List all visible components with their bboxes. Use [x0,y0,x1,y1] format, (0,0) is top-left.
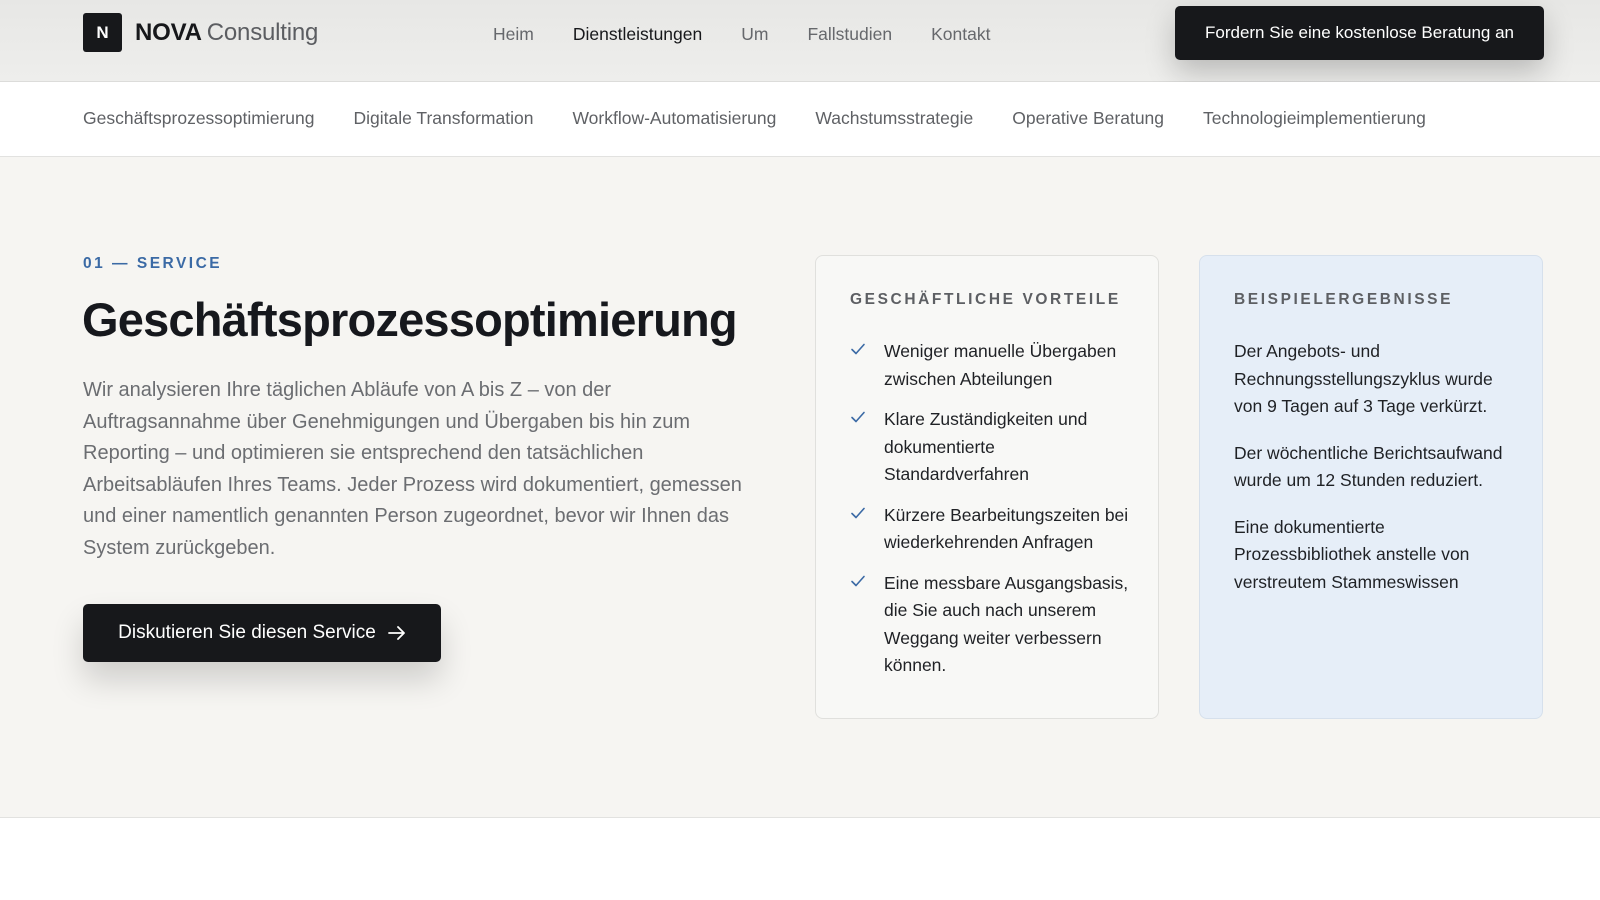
check-icon [850,341,866,357]
result-item: Eine dokumentierte Prozessbibliothek ans… [1234,514,1518,597]
nav-item-fallstudien[interactable]: Fallstudien [807,22,892,46]
business-benefits-card: GESCHÄFTLICHE VORTEILE Weniger manuelle … [815,255,1159,719]
subnav-item-growth-strategy[interactable]: Wachstumsstrategie [815,106,973,130]
example-results-card: BEISPIELERGEBNISSE Der Angebots- und Rec… [1199,255,1543,719]
brand-logo[interactable]: N NOVAConsulting [83,13,318,52]
list-item: Kürzere Bearbeitungszeiten bei wiederkeh… [850,502,1140,557]
free-consultation-button[interactable]: Fordern Sie eine kostenlose Beratung an [1175,6,1544,60]
benefit-text: Kürzere Bearbeitungszeiten bei wiederkeh… [884,502,1140,557]
service-section: 01 — SERVICE Geschäftsprozessoptimierung… [0,157,1600,818]
page-title: Geschäftsprozessoptimierung [82,290,737,350]
list-item: Klare Zuständigkeiten und dokumentierte … [850,406,1140,489]
benefit-text: Weniger manuelle Übergaben zwischen Abte… [884,338,1140,393]
subnav-item-workflow-automation[interactable]: Workflow-Automatisierung [572,106,776,130]
result-item: Der wöchentliche Berichtsaufwand wurde u… [1234,440,1518,495]
check-icon [850,505,866,521]
check-icon [850,573,866,589]
brand-subtitle: Consulting [207,19,318,46]
list-item: Weniger manuelle Übergaben zwischen Abte… [850,338,1140,393]
arrow-right-icon [388,626,406,640]
top-navigation-bar: N NOVAConsulting Heim Dienstleistungen U… [0,0,1600,82]
results-list: Der Angebots- und Rechnungsstellungszykl… [1234,338,1518,615]
nav-item-um[interactable]: Um [741,22,768,46]
nav-item-dienstleistungen[interactable]: Dienstleistungen [573,22,702,46]
brand-mark-icon: N [83,13,122,52]
list-item: Eine messbare Ausgangsbasis, die Sie auc… [850,570,1140,680]
benefit-text: Klare Zuständigkeiten und dokumentierte … [884,406,1140,489]
benefit-text: Eine messbare Ausgangsbasis, die Sie auc… [884,570,1140,680]
services-subnav: Geschäftsprozessoptimierung Digitale Tra… [0,82,1600,157]
result-item: Der Angebots- und Rechnungsstellungszykl… [1234,338,1518,421]
benefits-list: Weniger manuelle Übergaben zwischen Abte… [850,338,1140,693]
subnav-item-business-process-optimization[interactable]: Geschäftsprozessoptimierung [83,106,315,130]
brand-name: NOVA [135,19,202,46]
main-nav: Heim Dienstleistungen Um Fallstudien Kon… [493,22,1029,46]
brand-wordmark: NOVAConsulting [135,13,318,52]
discuss-service-button[interactable]: Diskutieren Sie diesen Service [83,604,441,662]
nav-item-heim[interactable]: Heim [493,22,534,46]
subnav-item-digital-transformation[interactable]: Digitale Transformation [354,106,534,130]
check-icon [850,409,866,425]
results-heading: BEISPIELERGEBNISSE [1234,291,1453,309]
service-description: Wir analysieren Ihre täglichen Abläufe v… [83,375,755,565]
benefits-heading: GESCHÄFTLICHE VORTEILE [850,291,1121,309]
discuss-service-label: Diskutieren Sie diesen Service [118,622,376,644]
service-eyebrow: 01 — SERVICE [83,255,222,273]
subnav-item-operational-consulting[interactable]: Operative Beratung [1012,106,1164,130]
subnav-item-technology-implementation[interactable]: Technologieimplementierung [1203,106,1426,130]
nav-item-kontakt[interactable]: Kontakt [931,22,990,46]
